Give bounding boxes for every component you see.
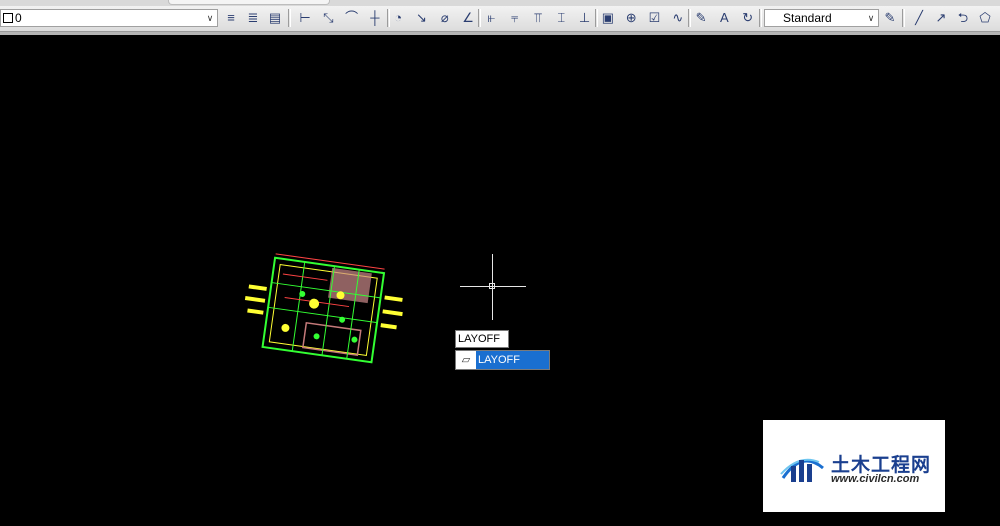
dimension-update-icon[interactable]: ↻ xyxy=(739,8,757,28)
linear-dimension-icon[interactable]: ⊢ xyxy=(296,8,314,28)
chevron-down-icon: ∨ xyxy=(206,13,214,23)
dynamic-input-field[interactable]: LAYOFF xyxy=(455,330,509,348)
layer-off-command-icon: ▱ xyxy=(461,354,471,366)
crosshair-pickbox xyxy=(489,283,495,289)
diameter-dimension-icon[interactable]: ⌀ xyxy=(436,8,454,28)
autocomplete-list[interactable]: ▱ LAYOFF xyxy=(455,350,550,370)
layer-dropdown[interactable]: 0 ∨ xyxy=(0,9,218,27)
layer-dropdown-value: 0 xyxy=(15,11,22,25)
toolbar-separator xyxy=(595,9,598,27)
baseline-dimension-icon[interactable]: ⫧ xyxy=(506,8,524,28)
aligned-dimension-icon[interactable]: ⤡ xyxy=(319,8,337,28)
ordinate-dimension-icon[interactable]: ┼ xyxy=(366,8,384,28)
toolbar-separator xyxy=(688,9,691,27)
toolbar-separator xyxy=(759,9,762,27)
center-mark-icon[interactable]: ⊕ xyxy=(622,8,640,28)
chevron-down-icon: ∨ xyxy=(867,13,875,23)
layer-color-swatch xyxy=(3,13,13,23)
window-tab[interactable] xyxy=(168,0,330,5)
floor-plan-drawing[interactable] xyxy=(238,245,408,380)
polygon-icon[interactable]: ⬠ xyxy=(976,8,994,28)
jogged-linear-icon[interactable]: ∿ xyxy=(669,8,687,28)
toolbar-bottom-border xyxy=(0,32,1000,35)
dimension-space-icon[interactable]: ⌶ xyxy=(552,8,570,28)
layer-states-icon[interactable]: ≣ xyxy=(244,8,262,28)
dimension-edit-icon[interactable]: ✎ xyxy=(692,8,710,28)
continue-dimension-icon[interactable]: ⫪ xyxy=(529,8,547,28)
ray-icon[interactable]: ↗ xyxy=(932,8,950,28)
text-style-manager-icon[interactable]: ✎ xyxy=(881,8,899,28)
text-style-dropdown[interactable]: Standard ∨ xyxy=(764,9,879,27)
make-object-layer-current-icon[interactable]: ▤ xyxy=(266,8,284,28)
polyline-icon[interactable]: ⮌ xyxy=(954,8,972,28)
toolbar-separator xyxy=(478,9,481,27)
watermark-url: www.civilcn.com xyxy=(831,473,920,485)
autocomplete-item-selected[interactable]: LAYOFF xyxy=(476,351,549,369)
dimension-text-edit-icon[interactable]: A xyxy=(715,8,733,28)
jogged-dimension-icon[interactable]: ↘ xyxy=(413,8,431,28)
tolerance-icon[interactable]: ▣ xyxy=(599,8,617,28)
angular-dimension-icon[interactable]: ∠ xyxy=(459,8,477,28)
toolbar-separator xyxy=(288,9,291,27)
toolbar-separator xyxy=(387,9,390,27)
arc-length-icon[interactable]: ⌒ xyxy=(343,8,361,28)
layer-properties-icon[interactable]: ≡ xyxy=(222,8,240,28)
civilcn-logo-icon xyxy=(780,458,824,482)
watermark-logo: 土木工程网 www.civilcn.com xyxy=(763,420,945,512)
dimension-break-icon[interactable]: ⊥ xyxy=(576,8,594,28)
inspection-icon[interactable]: ☑ xyxy=(646,8,664,28)
line-icon[interactable]: ╱ xyxy=(910,8,928,28)
toolbar-separator xyxy=(902,9,905,27)
quick-dimension-icon[interactable]: ⫦ xyxy=(482,8,500,28)
text-style-dropdown-value: Standard xyxy=(783,11,832,25)
radius-dimension-icon[interactable]: ◔ xyxy=(389,8,407,28)
